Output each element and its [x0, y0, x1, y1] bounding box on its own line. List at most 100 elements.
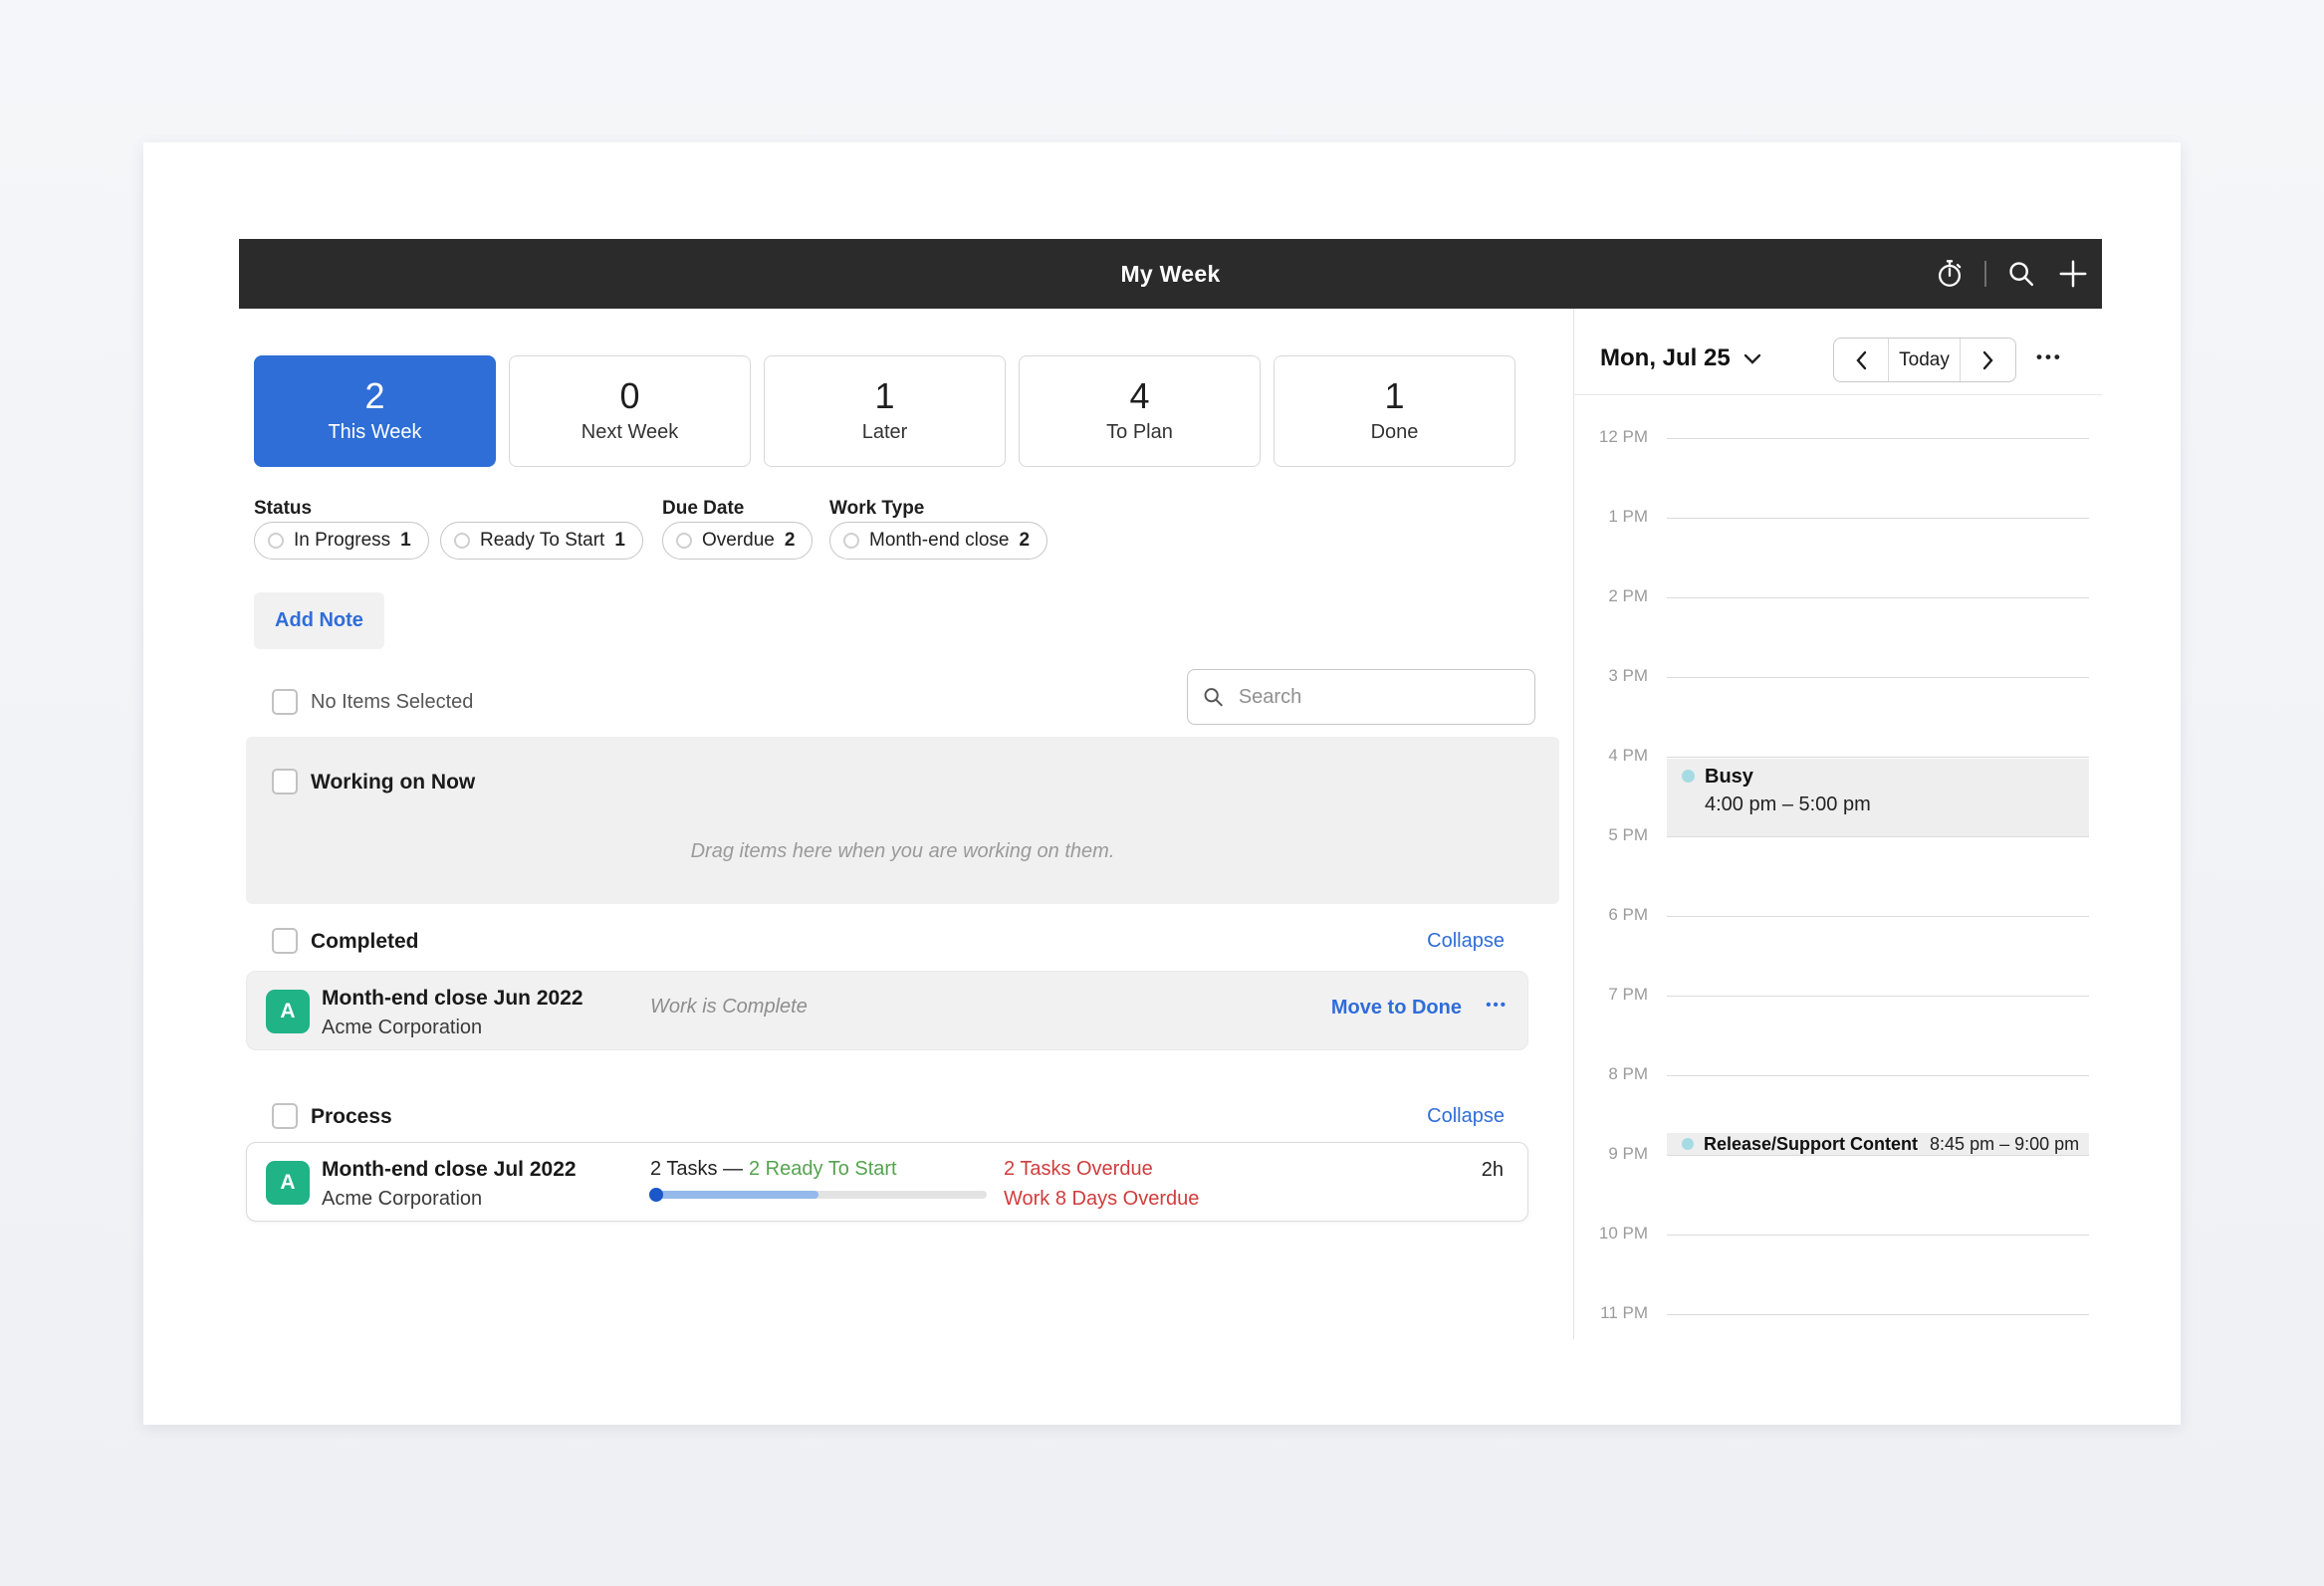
- hour-label: 6 PM: [1573, 905, 1648, 925]
- summary-card-this-week[interactable]: 2 This Week: [254, 355, 496, 467]
- work-item-row-completed[interactable]: A Month-end close Jun 2022 Acme Corporat…: [246, 971, 1528, 1050]
- drag-hint-text: Drag items here when you are working on …: [246, 840, 1559, 863]
- search-icon: [1202, 684, 1225, 710]
- summary-card-next-week[interactable]: 0 Next Week: [509, 355, 751, 467]
- completed-checkbox[interactable]: [272, 928, 298, 954]
- hour-line: [1667, 597, 2089, 598]
- hour-line: [1667, 1235, 2089, 1236]
- page-title: My Week: [1120, 261, 1220, 288]
- event-time: 4:00 pm – 5:00 pm: [1705, 793, 1871, 816]
- completed-collapse-link[interactable]: Collapse: [1427, 930, 1505, 953]
- summary-card-done[interactable]: 1 Done: [1274, 355, 1515, 467]
- hour-line: [1667, 518, 2089, 519]
- card-label: This Week: [328, 421, 421, 444]
- completed-section-title: Completed: [311, 930, 419, 954]
- card-label: Later: [862, 421, 908, 444]
- work-item-client: Acme Corporation: [322, 1017, 482, 1039]
- chevron-left-icon: [1855, 350, 1867, 370]
- progress-knob: [649, 1188, 663, 1202]
- card-label: To Plan: [1106, 421, 1173, 444]
- card-count: 1: [1384, 378, 1404, 414]
- more-options-icon[interactable]: •••: [1486, 997, 1508, 1014]
- event-time: 8:45 pm – 9:00 pm: [1930, 1134, 2079, 1155]
- hour-line: [1667, 996, 2089, 997]
- work-item-row-process[interactable]: A Month-end close Jul 2022 Acme Corporat…: [246, 1142, 1528, 1222]
- event-dot-icon: [1682, 1138, 1694, 1150]
- hour-label: 11 PM: [1573, 1303, 1648, 1323]
- hour-label: 4 PM: [1573, 746, 1648, 766]
- card-count: 1: [874, 378, 894, 414]
- event-title: Release/Support Content: [1704, 1134, 1918, 1155]
- calendar-divider: [1573, 309, 1574, 1339]
- timer-icon[interactable]: [1933, 257, 1967, 291]
- chevron-right-icon: [1982, 350, 1994, 370]
- filter-chip-in-progress[interactable]: In Progress 1: [254, 522, 429, 560]
- plus-icon[interactable]: [2056, 257, 2090, 291]
- process-section-title: Process: [311, 1105, 392, 1129]
- avatar: A: [266, 1161, 310, 1205]
- work-overdue-label: Work 8 Days Overdue: [1004, 1188, 1199, 1211]
- filter-chip-month-end-close[interactable]: Month-end close 2: [829, 522, 1047, 560]
- calendar-event-busy[interactable]: Busy 4:00 pm – 5:00 pm: [1667, 759, 2089, 836]
- hour-line: [1667, 1155, 2089, 1156]
- progress-bar: [650, 1191, 987, 1199]
- progress-fill: [650, 1191, 818, 1199]
- my-week-window: My Week 2 This Week 0 Next Week: [143, 142, 2181, 1425]
- today-button[interactable]: Today: [1889, 339, 1960, 381]
- calendar-more-options-icon[interactable]: •••: [2036, 347, 2063, 367]
- event-title: Busy: [1705, 766, 1753, 789]
- move-to-done-button[interactable]: Move to Done: [1331, 997, 1462, 1020]
- header-divider: [1984, 261, 1986, 287]
- working-on-now-title: Working on Now: [311, 771, 475, 794]
- search-icon[interactable]: [2004, 257, 2038, 291]
- hour-label: 1 PM: [1573, 507, 1648, 527]
- hour-label: 2 PM: [1573, 586, 1648, 606]
- card-label: Done: [1371, 421, 1419, 444]
- card-count: 4: [1129, 378, 1149, 414]
- hour-line: [1667, 757, 2089, 758]
- filter-chip-overdue[interactable]: Overdue 2: [662, 522, 813, 560]
- hour-label: 3 PM: [1573, 666, 1648, 686]
- due-date-filter-label: Due Date: [662, 498, 744, 520]
- work-item-title: Month-end close Jun 2022: [322, 987, 583, 1011]
- working-on-now-checkbox[interactable]: [272, 769, 298, 794]
- hour-line: [1667, 677, 2089, 678]
- work-type-filter-label: Work Type: [829, 498, 924, 520]
- hour-label: 9 PM: [1573, 1144, 1648, 1164]
- next-day-button[interactable]: [1960, 339, 2015, 381]
- card-count: 0: [619, 378, 639, 414]
- selection-status-label: No Items Selected: [311, 691, 473, 714]
- card-count: 2: [364, 378, 384, 414]
- process-collapse-link[interactable]: Collapse: [1427, 1105, 1505, 1128]
- prev-day-button[interactable]: [1834, 339, 1889, 381]
- calendar-event-release-support[interactable]: Release/Support Content 8:45 pm – 9:00 p…: [1667, 1133, 2089, 1155]
- hour-line: [1667, 438, 2089, 439]
- select-all-checkbox[interactable]: [272, 689, 298, 715]
- calendar-date-dropdown[interactable]: Mon, Jul 25: [1600, 344, 1761, 372]
- hour-label: 7 PM: [1573, 985, 1648, 1005]
- work-item-title: Month-end close Jul 2022: [322, 1158, 577, 1182]
- tasks-overdue-label: 2 Tasks Overdue: [1004, 1158, 1153, 1181]
- search-input[interactable]: [1237, 685, 1520, 710]
- work-item-client: Acme Corporation: [322, 1188, 482, 1211]
- hour-line: [1667, 916, 2089, 917]
- summary-card-later[interactable]: 1 Later: [764, 355, 1006, 467]
- work-item-status-note: Work is Complete: [650, 996, 808, 1019]
- hour-label: 10 PM: [1573, 1224, 1648, 1244]
- filter-chip-ready-to-start[interactable]: Ready To Start 1: [440, 522, 643, 560]
- hour-line: [1667, 1075, 2089, 1076]
- circle-outline-icon: [676, 533, 692, 549]
- calendar-header-separator: [1573, 394, 2102, 395]
- header-actions: [1933, 239, 2090, 309]
- status-filter-label: Status: [254, 498, 312, 520]
- card-label: Next Week: [581, 421, 678, 444]
- add-note-button[interactable]: Add Note: [254, 592, 384, 649]
- circle-outline-icon: [843, 533, 859, 549]
- process-checkbox[interactable]: [272, 1103, 298, 1129]
- hour-label: 12 PM: [1573, 427, 1648, 447]
- calendar-nav-group: Today: [1833, 338, 2016, 382]
- search-box: [1187, 669, 1535, 725]
- hour-line: [1667, 836, 2089, 837]
- working-on-now-dropzone[interactable]: Drag items here when you are working on …: [246, 737, 1559, 904]
- summary-card-to-plan[interactable]: 4 To Plan: [1019, 355, 1261, 467]
